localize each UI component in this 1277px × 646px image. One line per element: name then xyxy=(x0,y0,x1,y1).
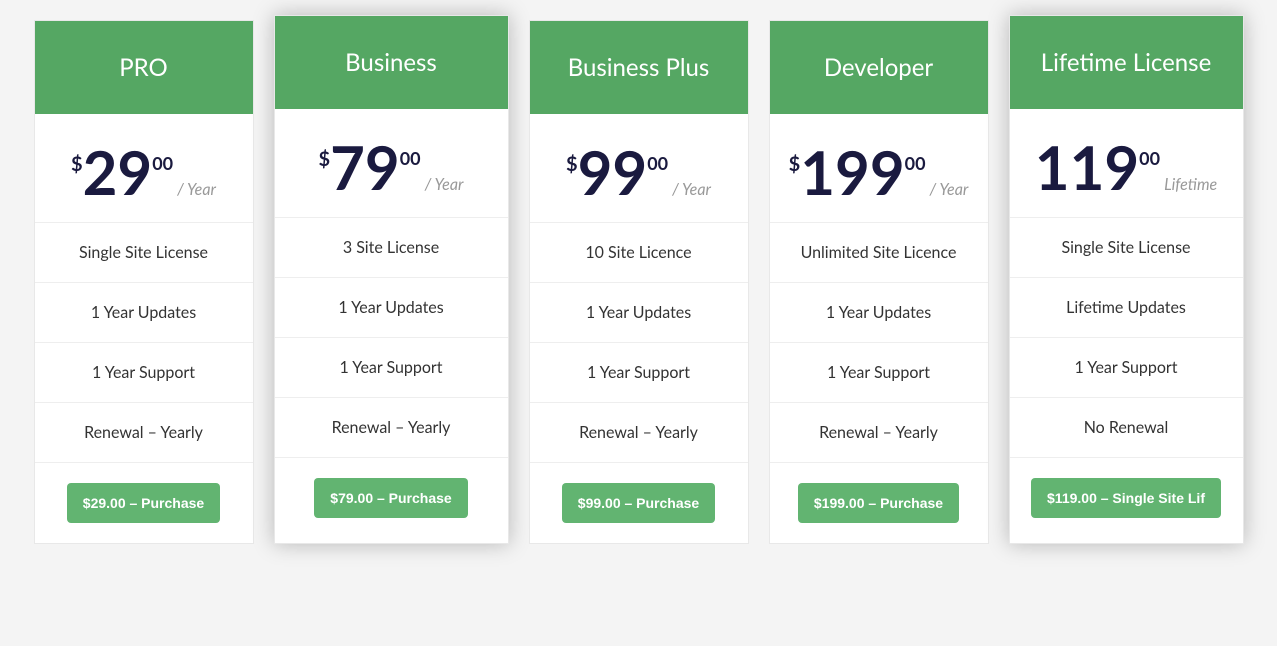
features-list: Single Site License 1 Year Updates 1 Yea… xyxy=(35,223,253,463)
price-period: / Year xyxy=(930,180,969,199)
currency-symbol: $ xyxy=(789,152,801,176)
feature-item: Renewal – Yearly xyxy=(530,403,748,463)
feature-item: 1 Year Updates xyxy=(530,283,748,343)
purchase-button[interactable]: $199.00 – Purchase xyxy=(798,483,959,523)
price-cents: 00 xyxy=(1139,147,1160,169)
feature-item: Lifetime Updates xyxy=(1010,278,1243,338)
features-list: Unlimited Site Licence 1 Year Updates 1 … xyxy=(770,223,988,463)
feature-item: 1 Year Support xyxy=(530,343,748,403)
card-footer: $79.00 – Purchase xyxy=(275,458,508,538)
pricing-card-business: Business $ 79 00 / Year 3 Site License 1… xyxy=(274,15,509,544)
pricing-card-business-plus: Business Plus $ 99 00 / Year 10 Site Lic… xyxy=(529,20,749,544)
price-period: / Year xyxy=(425,175,464,194)
purchase-button[interactable]: $79.00 – Purchase xyxy=(314,478,467,518)
feature-item: 1 Year Support xyxy=(275,338,508,398)
plan-title: Business xyxy=(275,16,508,109)
price-cents: 00 xyxy=(152,152,173,174)
feature-item: Renewal – Yearly xyxy=(275,398,508,458)
currency-symbol: $ xyxy=(319,147,331,171)
purchase-button[interactable]: $29.00 – Purchase xyxy=(67,483,220,523)
feature-item: 1 Year Support xyxy=(770,343,988,403)
price-period: / Year xyxy=(177,180,216,199)
price-period: / Year xyxy=(672,180,711,199)
currency-symbol: $ xyxy=(566,152,578,176)
card-footer: $99.00 – Purchase xyxy=(530,463,748,543)
plan-title: Developer xyxy=(770,21,988,114)
price-cents: 00 xyxy=(647,152,668,174)
currency-symbol: $ xyxy=(71,152,83,176)
price-cents: 00 xyxy=(400,147,421,169)
price-amount: 29 xyxy=(83,142,153,202)
feature-item: Unlimited Site Licence xyxy=(770,223,988,283)
pricing-card-developer: Developer $ 199 00 / Year Unlimited Site… xyxy=(769,20,989,544)
card-footer: $119.00 – Single Site Lif xyxy=(1010,458,1243,538)
feature-item: Renewal – Yearly xyxy=(770,403,988,463)
features-list: 3 Site License 1 Year Updates 1 Year Sup… xyxy=(275,218,508,458)
feature-item: Single Site License xyxy=(1010,218,1243,278)
feature-item: 3 Site License xyxy=(275,218,508,278)
feature-item: 1 Year Support xyxy=(35,343,253,403)
feature-item: 10 Site Licence xyxy=(530,223,748,283)
card-footer: $199.00 – Purchase xyxy=(770,463,988,543)
card-footer: $29.00 – Purchase xyxy=(35,463,253,543)
plan-title: Lifetime License xyxy=(1010,16,1243,109)
plan-price: $ 79 00 / Year xyxy=(275,109,508,218)
price-amount: 79 xyxy=(330,137,400,197)
plan-title: Business Plus xyxy=(530,21,748,114)
features-list: Single Site License Lifetime Updates 1 Y… xyxy=(1010,218,1243,458)
price-amount: 199 xyxy=(800,142,904,202)
price-amount: 119 xyxy=(1035,137,1139,197)
feature-item: 1 Year Support xyxy=(1010,338,1243,398)
plan-price: 119 00 Lifetime xyxy=(1010,109,1243,218)
price-amount: 99 xyxy=(578,142,648,202)
feature-item: No Renewal xyxy=(1010,398,1243,458)
feature-item: Single Site License xyxy=(35,223,253,283)
price-cents: 00 xyxy=(905,152,926,174)
pricing-card-lifetime: Lifetime License 119 00 Lifetime Single … xyxy=(1009,15,1244,544)
feature-item: 1 Year Updates xyxy=(35,283,253,343)
feature-item: 1 Year Updates xyxy=(770,283,988,343)
price-period: Lifetime xyxy=(1164,175,1217,194)
purchase-button[interactable]: $99.00 – Purchase xyxy=(562,483,715,523)
feature-item: 1 Year Updates xyxy=(275,278,508,338)
plan-price: $ 99 00 / Year xyxy=(530,114,748,223)
purchase-button[interactable]: $119.00 – Single Site Lif xyxy=(1031,478,1221,518)
plan-price: $ 199 00 / Year xyxy=(770,114,988,223)
plan-title: PRO xyxy=(35,21,253,114)
feature-item: Renewal – Yearly xyxy=(35,403,253,463)
pricing-card-pro: PRO $ 29 00 / Year Single Site License 1… xyxy=(34,20,254,544)
features-list: 10 Site Licence 1 Year Updates 1 Year Su… xyxy=(530,223,748,463)
pricing-container: PRO $ 29 00 / Year Single Site License 1… xyxy=(20,20,1257,544)
plan-price: $ 29 00 / Year xyxy=(35,114,253,223)
